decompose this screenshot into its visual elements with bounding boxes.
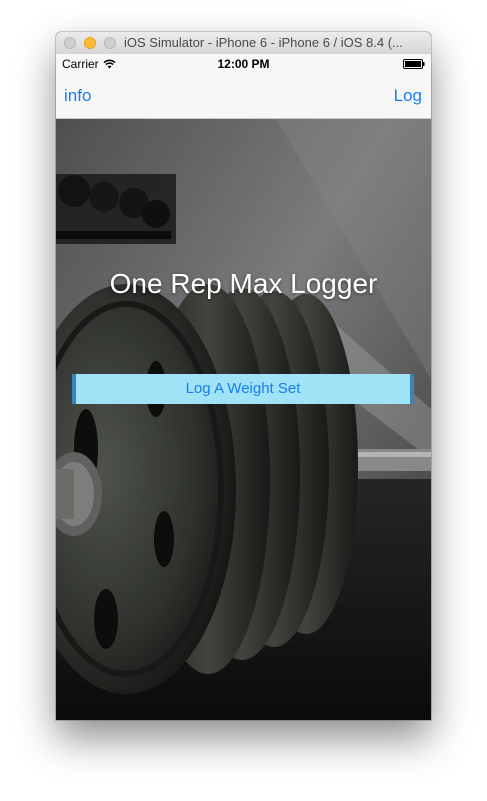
zoom-window-button[interactable] [104, 37, 116, 49]
log-nav-button[interactable]: Log [394, 86, 422, 106]
close-window-button[interactable] [64, 37, 76, 49]
info-button[interactable]: info [64, 86, 91, 106]
simulator-window: iOS Simulator - iPhone 6 - iPhone 6 / iO… [56, 32, 431, 720]
status-bar: Carrier 12:00 PM [56, 54, 431, 74]
app-title: One Rep Max Logger [109, 268, 378, 299]
battery-icon [403, 59, 425, 69]
barbell-background-image [56, 119, 431, 720]
window-title: iOS Simulator - iPhone 6 - iPhone 6 / iO… [124, 35, 403, 50]
navigation-bar: info Log [56, 74, 431, 119]
main-content: One Rep Max Logger Log A Weight Set [56, 119, 431, 720]
log-weight-set-button[interactable]: Log A Weight Set [72, 374, 414, 404]
minimize-window-button[interactable] [84, 37, 96, 49]
window-titlebar: iOS Simulator - iPhone 6 - iPhone 6 / iO… [56, 32, 431, 55]
status-time: 12:00 PM [217, 57, 270, 71]
